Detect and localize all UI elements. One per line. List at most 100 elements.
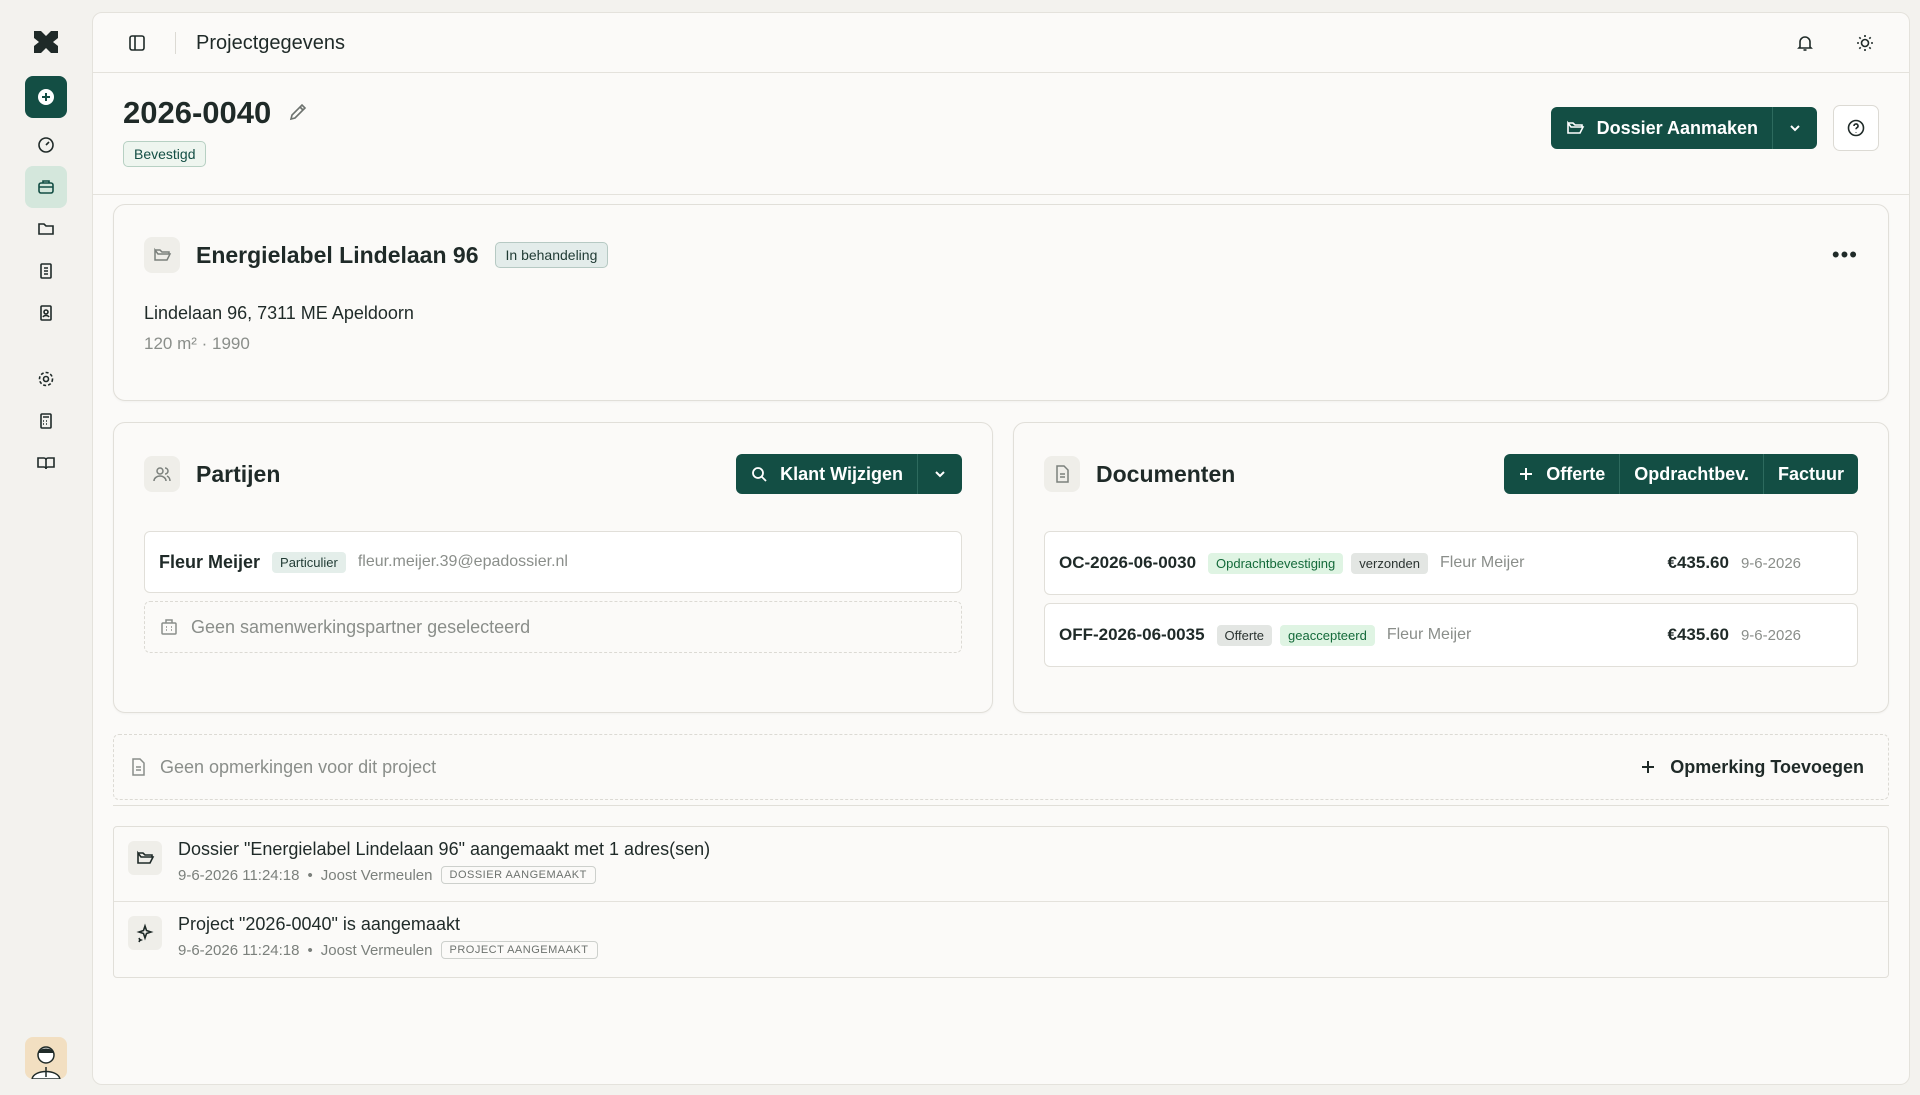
timeline-tag: DOSSIER AANGEMAAKT — [440, 866, 596, 884]
calculator-icon — [40, 413, 52, 429]
timeline-time: 9-6-2026 11:24:18 — [178, 866, 300, 884]
help-circle-icon — [1847, 119, 1865, 137]
no-partner-text: Geen samenwerkingspartner geselecteerd — [191, 616, 531, 637]
chevron-down-icon — [935, 471, 945, 478]
document-amount: €435.60 — [1667, 553, 1729, 572]
separator-dot: • — [307, 866, 313, 884]
gear-icon — [38, 371, 54, 387]
document-row[interactable]: OFF-2026-06-0035 Offerte geaccepteerd Fl… — [1044, 603, 1858, 667]
new-item-button[interactable] — [25, 76, 67, 118]
documents-card: Documenten Offerte Opdrachtbev. Factuur … — [1013, 422, 1889, 713]
gauge-icon — [38, 137, 54, 153]
file-icon — [1044, 456, 1080, 492]
plus-circle-icon — [38, 89, 54, 105]
document-row[interactable]: OC-2026-06-0030 Opdrachtbevestiging verz… — [1044, 531, 1858, 595]
file-text-icon — [132, 758, 145, 776]
sidebar-toggle-icon — [129, 34, 145, 51]
nav-settings[interactable] — [25, 358, 67, 400]
nav-dashboard[interactable] — [25, 124, 67, 166]
nav-dossiers[interactable] — [25, 208, 67, 250]
logo-icon[interactable] — [30, 26, 62, 58]
change-client-split-button: Klant Wijzigen — [736, 454, 962, 494]
document-date: 9-6-2026 — [1740, 626, 1801, 644]
add-note-button[interactable]: Opmerking Toevoegen — [1640, 757, 1864, 778]
document-client: Fleur Meijer — [1440, 554, 1525, 571]
new-order-label: Opdrachtbev. — [1634, 463, 1749, 484]
folder-icon — [144, 237, 180, 273]
main-panel: Projectgegevens 2026-0040 Bevestigd Doss… — [92, 12, 1910, 1085]
dossier-details: 120 m² · 1990 — [144, 334, 250, 353]
sun-icon — [1857, 34, 1873, 51]
dossier-address: Lindelaan 96, 7311 ME Apeldoorn — [144, 303, 414, 323]
timeline-title: Dossier "Energielabel Lindelaan 96" aang… — [178, 839, 711, 859]
new-order-confirmation-button[interactable]: Opdrachtbev. — [1620, 454, 1764, 494]
document-type-badge: Offerte — [1216, 624, 1273, 646]
dossier-card: Energielabel Lindelaan 96 In behandeling… — [113, 204, 1889, 401]
dossier-status-badge: In behandeling — [494, 242, 609, 268]
book-open-icon — [37, 457, 55, 470]
pencil-icon — [290, 103, 307, 121]
activity-timeline: Dossier "Energielabel Lindelaan 96" aang… — [113, 826, 1889, 978]
folder-open-icon — [128, 841, 162, 875]
document-actions: Offerte Opdrachtbev. Factuur — [1504, 454, 1858, 494]
avatar[interactable] — [25, 1037, 67, 1079]
change-client-label: Klant Wijzigen — [780, 463, 903, 484]
timeline-item: Project "2026-0040" is aangemaakt 9-6-20… — [114, 902, 1888, 977]
notes-bar: Geen opmerkingen voor dit project Opmerk… — [113, 734, 1889, 800]
chevron-down-icon — [1790, 125, 1800, 132]
nav-contacts[interactable] — [25, 292, 67, 334]
new-quote-button[interactable]: Offerte — [1504, 454, 1621, 494]
notifications-button[interactable] — [1791, 29, 1819, 57]
theme-toggle-button[interactable] — [1851, 29, 1879, 57]
search-icon — [752, 467, 767, 482]
toggle-sidebar-button[interactable] — [123, 29, 151, 57]
nav-projects[interactable] — [25, 166, 67, 208]
document-client: Fleur Meijer — [1386, 626, 1472, 643]
nav-docs[interactable] — [25, 442, 67, 484]
client-row[interactable]: Fleur Meijer Particulier fleur.meijer.39… — [144, 531, 962, 593]
nav-calculator[interactable] — [25, 400, 67, 442]
create-dossier-label: Dossier Aanmaken — [1596, 117, 1758, 138]
briefcase-icon — [38, 180, 54, 194]
building-icon — [161, 619, 177, 635]
add-note-label: Opmerking Toevoegen — [1670, 756, 1864, 777]
create-dossier-dropdown[interactable] — [1773, 107, 1817, 149]
project-header: 2026-0040 Bevestigd Dossier Aanmaken — [93, 73, 1909, 195]
document-status-badge: geaccepteerd — [1280, 624, 1375, 646]
timeline-user: Joost Vermeulen — [320, 866, 433, 884]
document-code: OC-2026-06-0030 — [1059, 553, 1197, 572]
no-notes-text: Geen opmerkingen voor dit project — [160, 756, 437, 777]
edit-project-button[interactable] — [287, 95, 309, 131]
client-type-badge: Particulier — [272, 551, 346, 573]
timeline-tag: PROJECT AANGEMAAKT — [440, 941, 598, 959]
more-options-button[interactable]: ••• — [1832, 242, 1858, 268]
folder-icon — [38, 223, 54, 235]
documents-title: Documenten — [1096, 460, 1236, 487]
topbar: Projectgegevens — [93, 13, 1909, 73]
parties-title: Partijen — [196, 460, 281, 487]
document-amount: €435.60 — [1667, 625, 1729, 644]
document-code: OFF-2026-06-0035 — [1059, 625, 1205, 644]
page-title: Projectgegevens — [175, 31, 345, 54]
document-date: 9-6-2026 — [1740, 554, 1801, 572]
separator-dot: • — [307, 941, 313, 959]
timeline-title: Project "2026-0040" is aangemaakt — [178, 914, 460, 934]
help-button[interactable] — [1833, 105, 1879, 151]
sparkles-icon — [128, 916, 162, 950]
nav-receipts[interactable] — [25, 250, 67, 292]
new-quote-label: Offerte — [1546, 463, 1606, 484]
partner-row[interactable]: Geen samenwerkingspartner geselecteerd — [144, 601, 962, 653]
project-number: 2026-0040 — [123, 95, 272, 130]
create-dossier-button[interactable]: Dossier Aanmaken — [1551, 107, 1773, 149]
change-client-button[interactable]: Klant Wijzigen — [736, 454, 918, 494]
app-sidebar — [0, 0, 92, 1095]
timeline-item: Dossier "Energielabel Lindelaan 96" aang… — [114, 827, 1888, 902]
divider — [113, 805, 1889, 806]
new-invoice-button[interactable]: Factuur — [1764, 454, 1858, 494]
bell-icon — [1797, 35, 1813, 51]
dossier-title[interactable]: Energielabel Lindelaan 96 — [196, 242, 479, 269]
timeline-user: Joost Vermeulen — [320, 941, 433, 959]
change-client-dropdown[interactable] — [918, 454, 962, 494]
parties-card: Partijen Klant Wijzigen Fleur Meijer Par… — [113, 422, 993, 713]
users-icon — [144, 456, 180, 492]
